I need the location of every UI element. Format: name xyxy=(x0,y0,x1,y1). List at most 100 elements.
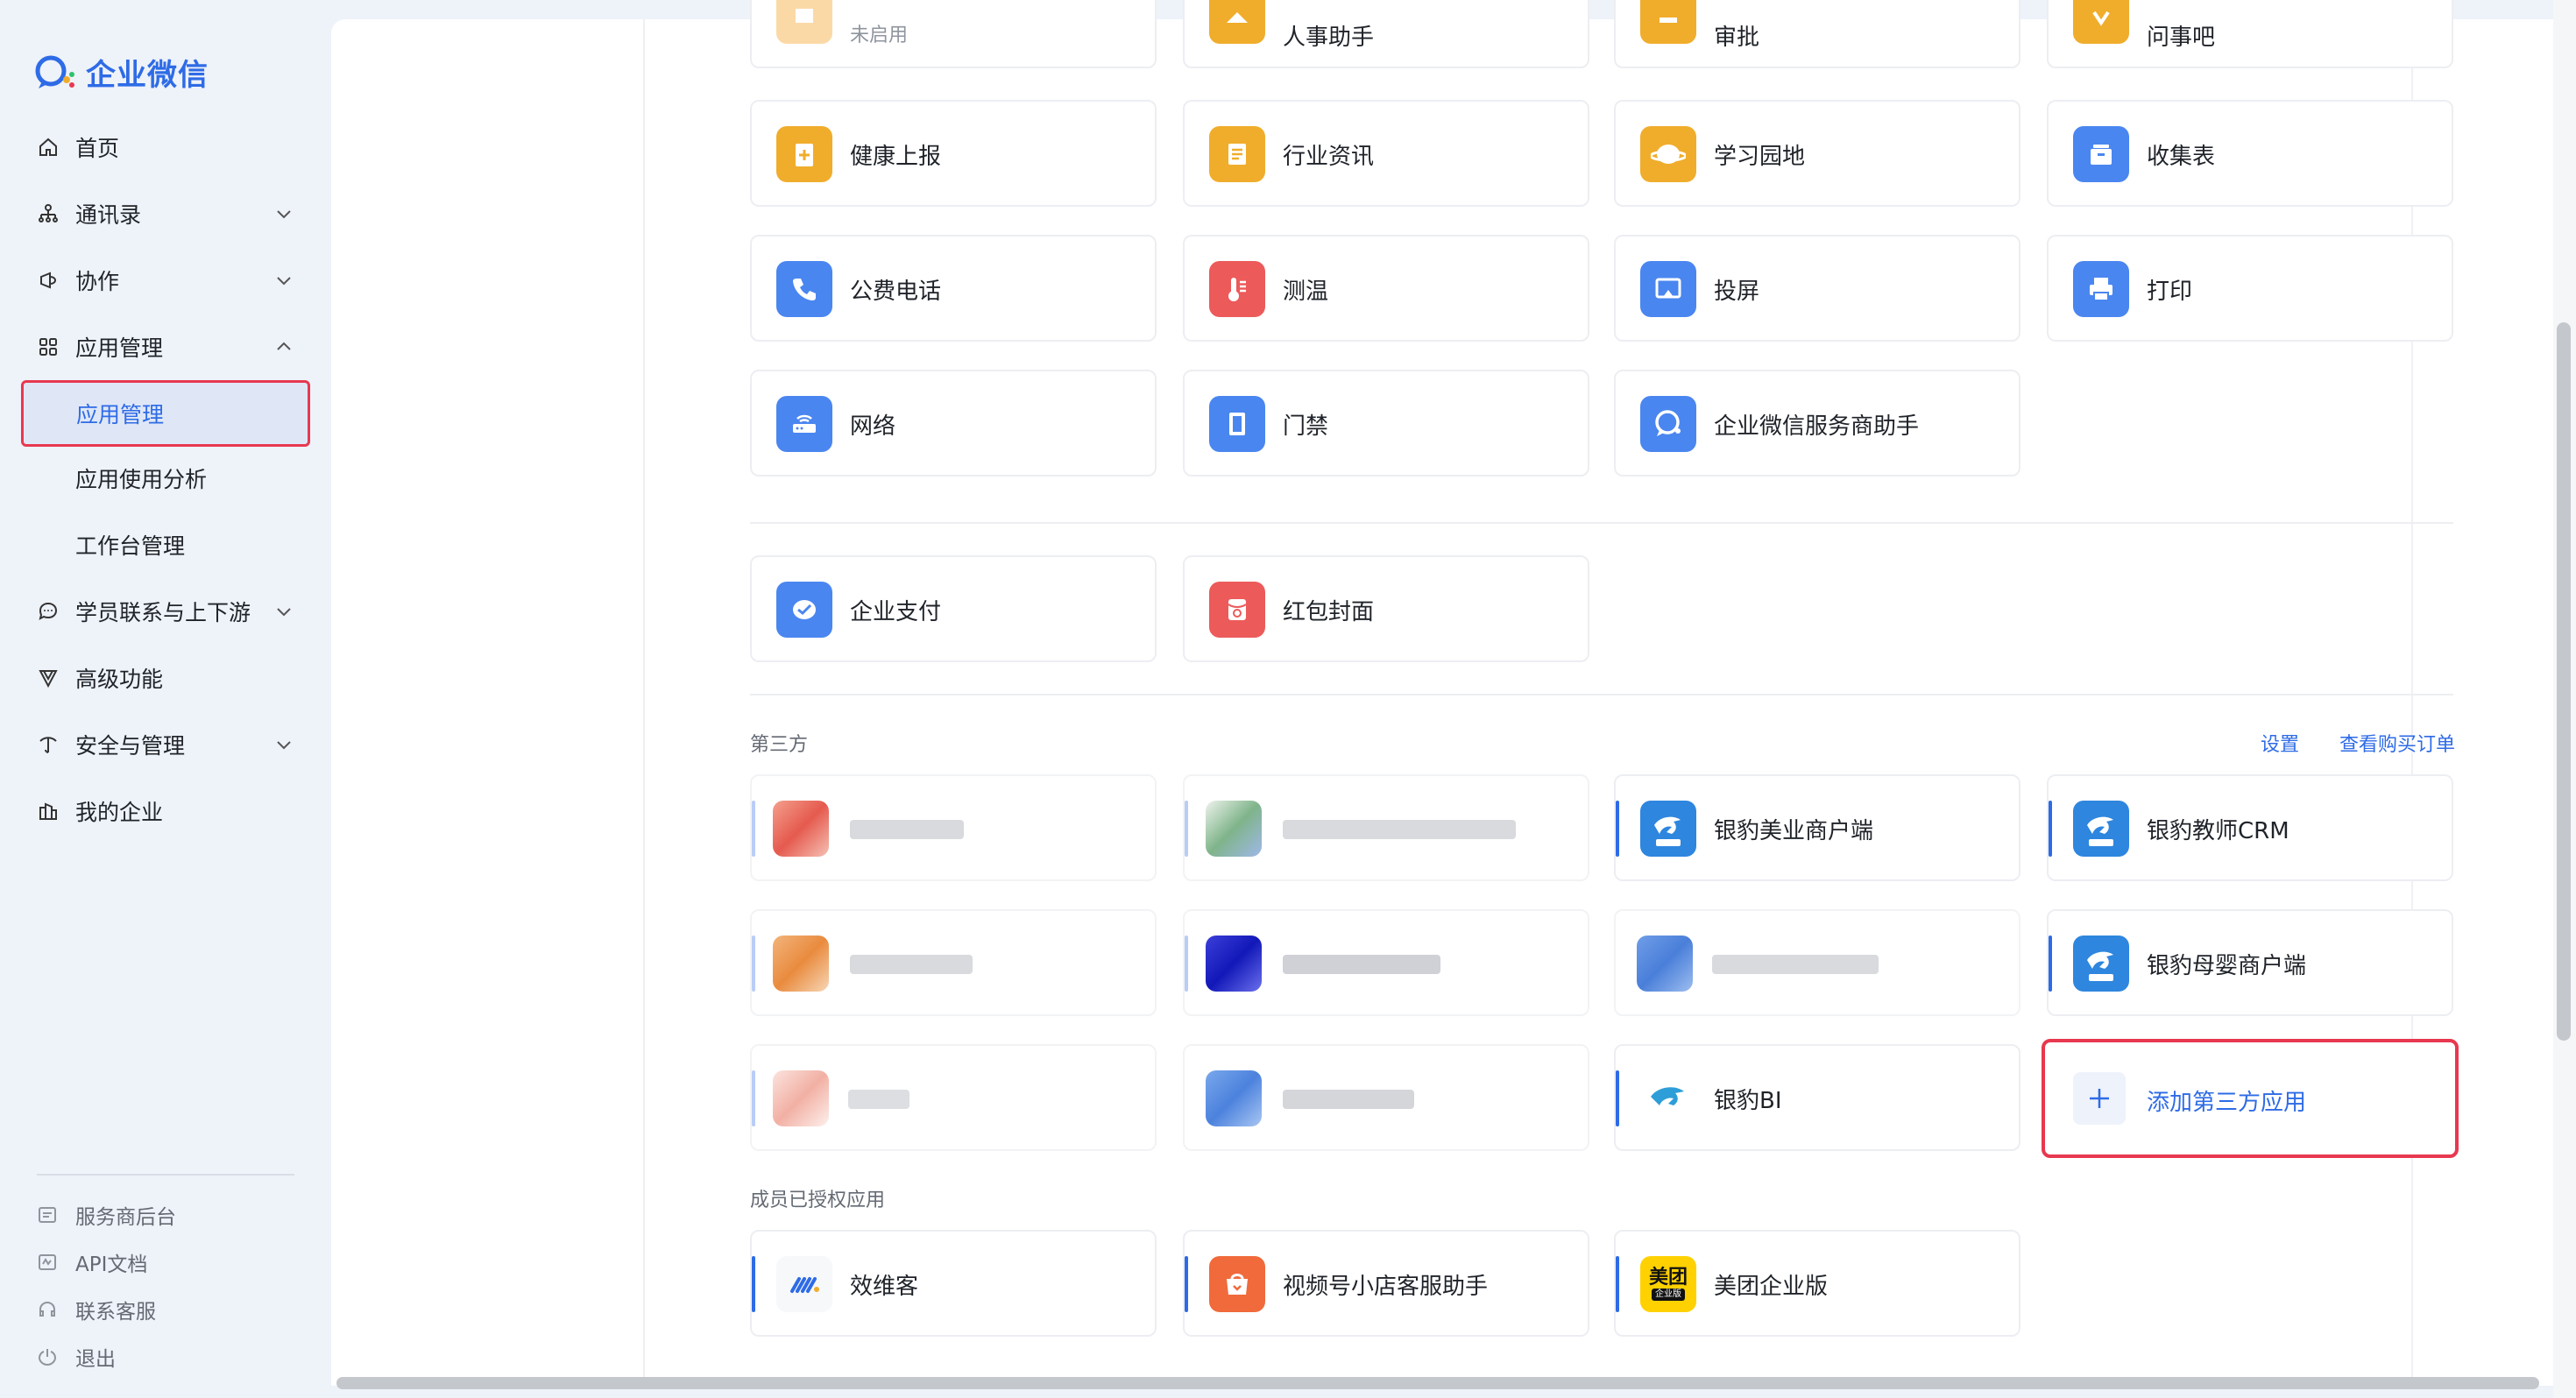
app-card-yinbao-crm[interactable]: 银豹教师CRM xyxy=(2047,774,2453,881)
app-name: 效维客 xyxy=(850,1274,919,1300)
health-report-icon xyxy=(776,126,832,182)
card-left-bar xyxy=(1185,1256,1188,1312)
sidebar-item-security[interactable]: 安全与管理 xyxy=(0,718,331,771)
app-card-disabled[interactable]: 未启用 xyxy=(750,0,1157,68)
app-name: 银豹美业商户端 xyxy=(1714,818,1874,844)
app-name: 健康上报 xyxy=(850,144,942,170)
collaboration-icon xyxy=(37,269,60,292)
app-card-ask[interactable]: 问事吧 xyxy=(2047,0,2453,68)
app-card-health-report[interactable]: 健康上报 xyxy=(750,100,1157,207)
sidebar-footer-logout[interactable]: 退出 xyxy=(0,1335,331,1379)
footer-label: 联系客服 xyxy=(75,1301,156,1324)
sidebar-item-label: 首页 xyxy=(75,136,120,161)
sidebar-item-label: 安全与管理 xyxy=(75,733,186,759)
app-card-red-packet-cover[interactable]: 红包封面 xyxy=(1183,555,1589,662)
blurred-app-name xyxy=(1283,1090,1414,1109)
sidebar-footer-contact-support[interactable]: 联系客服 xyxy=(0,1288,331,1331)
footer-label: API文档 xyxy=(75,1253,148,1276)
sidebar-divider xyxy=(37,1174,294,1176)
app-icon xyxy=(776,0,832,44)
blurred-app-name xyxy=(1712,955,1879,974)
chevron-down-icon xyxy=(273,270,294,291)
card-left-bar xyxy=(752,801,755,857)
vertical-scroll-thumb[interactable] xyxy=(2557,322,2571,1041)
sidebar-subitem-app-usage-analysis[interactable]: 应用使用分析 xyxy=(0,452,331,505)
red-packet-icon xyxy=(1209,582,1265,638)
horizontal-scroll-thumb[interactable] xyxy=(336,1377,2539,1389)
app-card-third-party-blurred[interactable] xyxy=(1183,1044,1589,1151)
app-card-meituan[interactable]: 美团 企业版 美团企业版 xyxy=(1614,1230,2020,1337)
sidebar-item-advanced[interactable]: 高级功能 xyxy=(0,652,331,704)
app-card-yinbao-baby[interactable]: 银豹母婴商户端 xyxy=(2047,909,2453,1016)
app-card-temperature[interactable]: 测温 xyxy=(1183,235,1589,342)
main-panel xyxy=(331,19,2553,1386)
app-card-screen-cast[interactable]: 投屏 xyxy=(1614,235,2020,342)
blurred-app-icon xyxy=(773,1070,829,1126)
app-name: 银豹BI xyxy=(1714,1088,1782,1114)
hr-assistant-icon xyxy=(1209,0,1265,44)
headset-icon xyxy=(37,1299,58,1320)
brand-logo[interactable]: 企业微信 xyxy=(33,51,209,94)
app-card-network[interactable]: 网络 xyxy=(750,370,1157,477)
app-card-third-party-blurred[interactable] xyxy=(1183,774,1589,881)
add-third-party-app-button[interactable]: 添加第三方应用 xyxy=(2042,1039,2459,1158)
app-card-video-shop-helper[interactable]: 视频号小店客服助手 xyxy=(1183,1230,1589,1337)
blurred-app-name xyxy=(1283,955,1440,974)
yinbao-bi-icon xyxy=(1640,1070,1696,1126)
app-card-yinbao-beauty[interactable]: 银豹美业商户端 xyxy=(1614,774,2020,881)
app-card-third-party-blurred[interactable] xyxy=(750,774,1157,881)
app-card-third-party-blurred[interactable] xyxy=(1183,909,1589,1016)
sidebar-footer-api-doc[interactable]: API文档 xyxy=(0,1240,331,1284)
chevron-down-icon xyxy=(273,601,294,622)
section-divider xyxy=(750,522,2453,524)
sidebar-item-collaboration[interactable]: 协作 xyxy=(0,254,331,307)
blurred-app-icon xyxy=(1206,801,1262,857)
sidebar-subitem-app-management[interactable]: 应用管理 xyxy=(21,380,310,447)
app-card-xiaoweike[interactable]: 效维客 xyxy=(750,1230,1157,1337)
sidebar-item-my-enterprise[interactable]: 我的企业 xyxy=(0,785,331,837)
app-status: 未启用 xyxy=(850,25,909,46)
app-card-industry-news[interactable]: 行业资讯 xyxy=(1183,100,1589,207)
sidebar-item-contacts-updown[interactable]: 学员联系与上下游 xyxy=(0,585,331,638)
app-name: 视频号小店客服助手 xyxy=(1283,1274,1489,1300)
app-card-service-helper[interactable]: 企业微信服务商助手 xyxy=(1614,370,2020,477)
sidebar-subitem-label: 应用管理 xyxy=(76,402,165,427)
chevron-down-icon xyxy=(273,203,294,224)
advanced-icon xyxy=(37,667,60,689)
app-card-approval[interactable]: 审批 xyxy=(1614,0,2020,68)
approval-icon xyxy=(1640,0,1696,44)
sidebar-footer-service-backend[interactable]: 服务商后台 xyxy=(0,1193,331,1237)
app-card-third-party-blurred[interactable] xyxy=(750,1044,1157,1151)
service-icon xyxy=(37,1204,58,1225)
chevron-down-icon xyxy=(273,734,294,755)
app-card-third-party-blurred[interactable] xyxy=(750,909,1157,1016)
app-card-print[interactable]: 打印 xyxy=(2047,235,2453,342)
sidebar-item-home[interactable]: 首页 xyxy=(0,121,331,173)
app-card-enterprise-payment[interactable]: 企业支付 xyxy=(750,555,1157,662)
sidebar-item-app-management[interactable]: 应用管理 xyxy=(0,321,331,373)
app-name: 银豹母婴商户端 xyxy=(2147,953,2307,979)
sidebar-item-contacts[interactable]: 通讯录 xyxy=(0,187,331,240)
app-card-learning[interactable]: 学习园地 xyxy=(1614,100,2020,207)
app-name: 美团企业版 xyxy=(1714,1274,1829,1300)
app-card-public-phone[interactable]: 公费电话 xyxy=(750,235,1157,342)
footer-label: 退出 xyxy=(75,1348,116,1371)
app-card-door-access[interactable]: 门禁 xyxy=(1183,370,1589,477)
thermometer-icon xyxy=(1209,261,1265,317)
app-card-collect-form[interactable]: 收集表 xyxy=(2047,100,2453,207)
screen-cast-icon xyxy=(1640,261,1696,317)
sidebar-subitem-workbench[interactable]: 工作台管理 xyxy=(0,519,331,571)
app-name: 测温 xyxy=(1283,279,1329,305)
app-card-third-party-blurred[interactable] xyxy=(1614,909,2020,1016)
blurred-app-icon xyxy=(1206,936,1262,992)
content-column xyxy=(643,19,2413,1386)
api-doc-icon xyxy=(37,1252,58,1273)
power-icon xyxy=(37,1346,58,1367)
view-purchase-orders-link[interactable]: 查看购买订单 xyxy=(2339,729,2455,757)
card-left-bar xyxy=(2049,936,2052,992)
app-card-yinbao-bi[interactable]: 银豹BI xyxy=(1614,1044,2020,1151)
app-name: 银豹教师CRM xyxy=(2147,818,2289,844)
app-card-hr-assistant[interactable]: 人事助手 xyxy=(1183,0,1589,68)
printer-icon xyxy=(2073,261,2129,317)
third-party-settings-link[interactable]: 设置 xyxy=(2261,729,2299,757)
